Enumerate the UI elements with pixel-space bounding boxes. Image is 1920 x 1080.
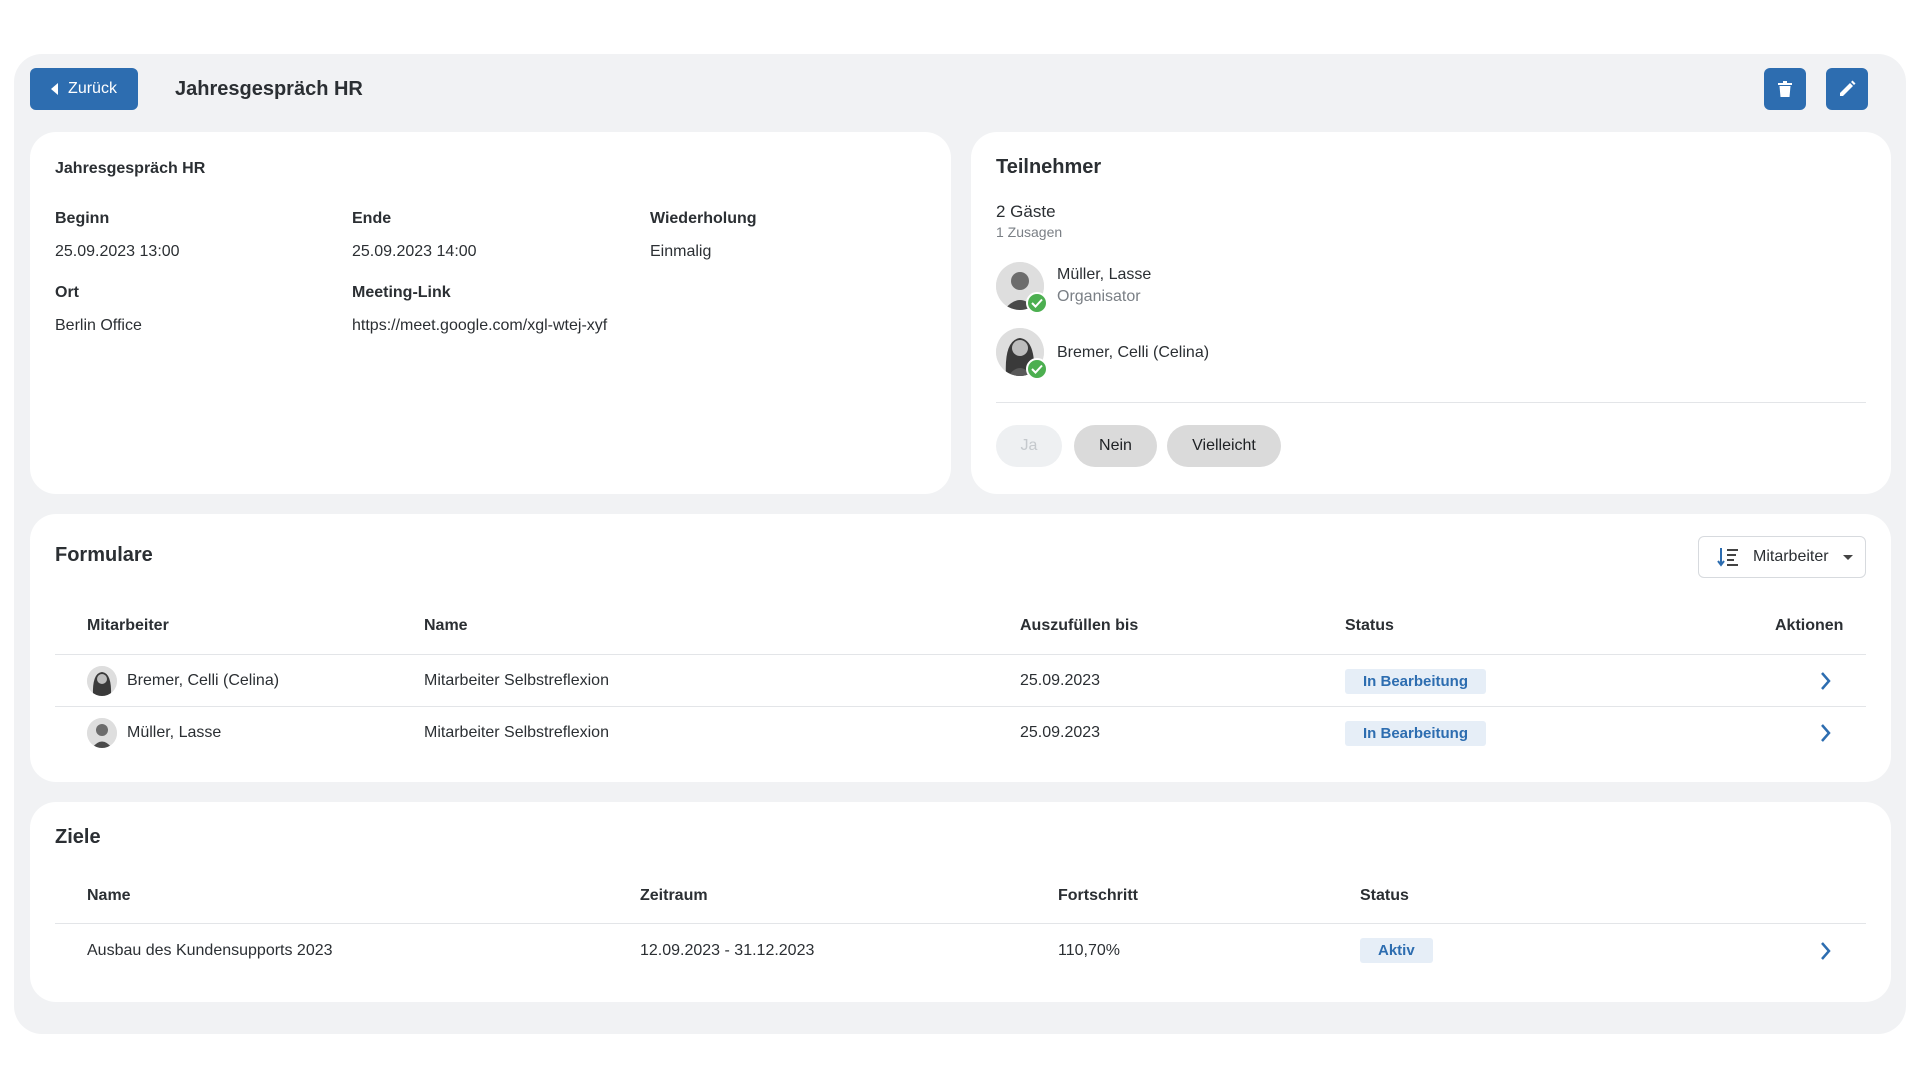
begin-field: Beginn 25.09.2023 13:00	[55, 210, 180, 261]
column-header: Name	[424, 617, 468, 634]
table-cell-employee: Müller, Lasse	[87, 708, 221, 758]
event-details-card: Jahresgespräch HR Beginn 25.09.2023 13:0…	[30, 132, 951, 494]
divider	[996, 402, 1866, 403]
status-badge: Aktiv	[1360, 938, 1433, 963]
avatar	[87, 718, 117, 748]
repeat-label: Wiederholung	[650, 210, 757, 227]
pencil-icon	[1840, 80, 1856, 96]
table-cell-due: 25.09.2023	[1020, 724, 1101, 741]
table-cell-period: 12.09.2023 - 31.12.2023	[640, 942, 815, 959]
repeat-value: Einmalig	[650, 243, 712, 260]
begin-value: 25.09.2023 13:00	[55, 243, 180, 260]
column-header: Auszufüllen bis	[1020, 617, 1139, 634]
participant-name: Müller, Lasse	[1057, 266, 1152, 283]
forms-heading: Formulare	[55, 544, 153, 566]
employee-name: Bremer, Celli (Celina)	[127, 672, 280, 689]
end-value: 25.09.2023 14:00	[352, 243, 477, 260]
divider	[55, 923, 1866, 924]
event-name: Jahresgespräch HR	[55, 160, 206, 177]
table-cell-progress: 110,70%	[1058, 942, 1120, 959]
employee-name: Müller, Lasse	[127, 724, 222, 741]
location-value: Berlin Office	[55, 317, 142, 334]
delete-button[interactable]	[1764, 68, 1806, 110]
begin-label: Beginn	[55, 210, 110, 227]
accepted-check-icon	[1026, 292, 1048, 314]
participant-item[interactable]: Müller, Lasse Organisator	[996, 262, 1396, 314]
guest-count: 2 Gäste	[996, 202, 1056, 221]
participant-role: Organisator	[1057, 288, 1141, 305]
status-badge: In Bearbeitung	[1345, 721, 1487, 746]
divider	[55, 654, 1866, 655]
chevron-right-icon[interactable]	[1816, 723, 1836, 743]
column-header: Aktionen	[1775, 617, 1844, 634]
person-avatar-icon	[87, 666, 117, 696]
page-header: Zurück Jahresgespräch HR	[30, 68, 1890, 112]
table-cell-name: Mitarbeiter Selbstreflexion	[424, 724, 609, 741]
table-cell-goal-name: Ausbau des Kundensupports 2023	[87, 942, 333, 959]
column-header: Status	[1360, 887, 1409, 904]
column-header: Mitarbeiter	[87, 617, 169, 634]
person-avatar-icon	[87, 718, 117, 748]
table-cell-due: 25.09.2023	[1020, 672, 1101, 689]
sort-icon	[1717, 548, 1738, 567]
meeting-link[interactable]: https://meet.google.com/xgl-wtej-xyf	[352, 317, 607, 335]
location-field: Ort Berlin Office	[55, 284, 142, 335]
divider	[55, 706, 1866, 707]
trash-icon	[1778, 81, 1792, 97]
table-cell-name: Mitarbeiter Selbstreflexion	[424, 672, 609, 689]
repeat-field: Wiederholung Einmalig	[650, 210, 757, 261]
edit-button[interactable]	[1826, 68, 1868, 110]
rsvp-maybe-button[interactable]: Vielleicht	[1167, 425, 1281, 467]
participants-heading: Teilnehmer	[996, 156, 1102, 178]
app-frame: Zurück Jahresgespräch HR Jahresgespräch …	[14, 54, 1906, 1034]
end-field: Ende 25.09.2023 14:00	[352, 210, 477, 261]
goals-card: Ziele Name Zeitraum Fortschritt Status A…	[30, 802, 1891, 1002]
chevron-down-icon	[1842, 554, 1853, 560]
forms-card: Formulare Mitarbeiter Mitarbeiter Name A…	[30, 514, 1891, 782]
chevron-right-icon[interactable]	[1816, 671, 1836, 691]
column-header: Fortschritt	[1058, 887, 1138, 904]
status-badge: In Bearbeitung	[1345, 669, 1487, 694]
participant-item[interactable]: Bremer, Celli (Celina)	[996, 328, 1396, 380]
back-button[interactable]: Zurück	[30, 68, 138, 110]
accepted-count: 1 Zusagen	[996, 224, 1063, 240]
column-header: Zeitraum	[640, 887, 708, 904]
back-button-label: Zurück	[68, 80, 117, 97]
column-header: Name	[87, 887, 131, 904]
avatar	[87, 666, 117, 696]
sort-dropdown[interactable]: Mitarbeiter	[1698, 536, 1866, 578]
end-label: Ende	[352, 210, 392, 227]
rsvp-yes-button[interactable]: Ja	[996, 425, 1062, 467]
participants-card: Teilnehmer 2 Gäste 1 Zusagen Müller, Las…	[971, 132, 1891, 494]
meeting-link-label: Meeting-Link	[352, 284, 451, 301]
table-cell-employee: Bremer, Celli (Celina)	[87, 656, 279, 706]
goals-heading: Ziele	[55, 826, 101, 848]
meeting-link-field: Meeting-Link https://meet.google.com/xgl…	[352, 284, 607, 335]
column-header: Status	[1345, 617, 1394, 634]
location-label: Ort	[55, 284, 79, 301]
caret-left-icon	[51, 83, 59, 95]
sort-label: Mitarbeiter	[1753, 548, 1829, 565]
rsvp-no-button[interactable]: Nein	[1074, 425, 1157, 467]
participant-name: Bremer, Celli (Celina)	[1057, 344, 1210, 361]
chevron-right-icon[interactable]	[1816, 941, 1836, 961]
accepted-check-icon	[1026, 358, 1048, 380]
page-title: Jahresgespräch HR	[175, 78, 363, 100]
